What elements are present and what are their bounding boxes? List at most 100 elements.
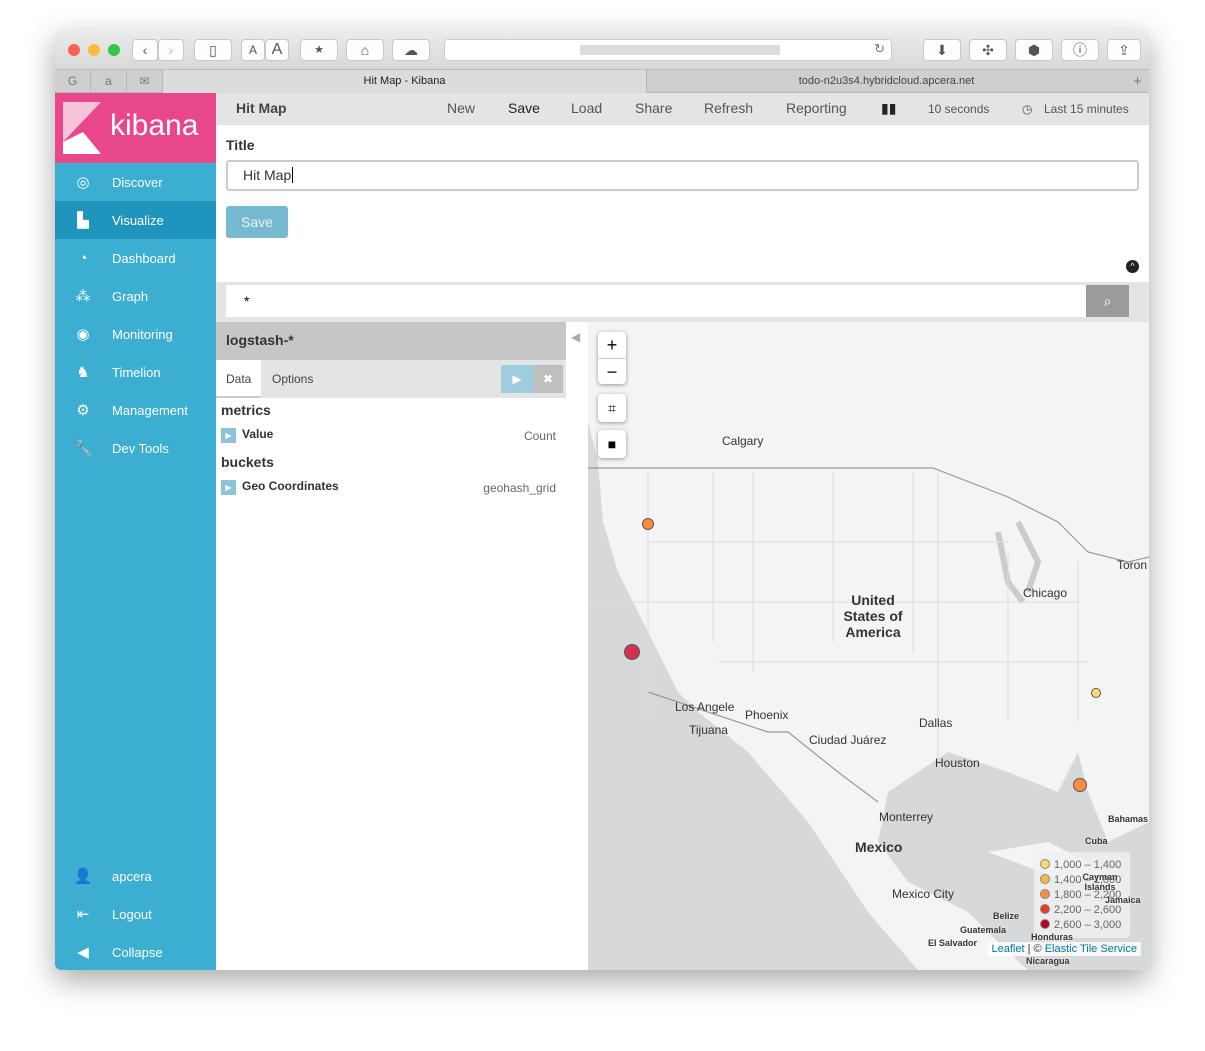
reload-icon[interactable]: ↻ <box>874 41 885 57</box>
label: Visualize <box>112 212 164 228</box>
bar-chart-icon: ▙ <box>77 212 89 229</box>
sidebar-item-monitoring[interactable]: ◉ Monitoring <box>55 315 216 353</box>
collapse-icon: ◀ <box>77 944 89 961</box>
favorite-amazon[interactable]: a <box>91 70 127 93</box>
sidebar-item-user[interactable]: 👤 apcera <box>55 857 216 895</box>
time-range-picker[interactable]: Last 15 minutes <box>1044 102 1129 116</box>
font-smaller-button[interactable]: A <box>241 39 265 61</box>
extension-icon[interactable]: ✣ <box>969 39 1007 61</box>
shield-icon[interactable]: ⬢ <box>1015 39 1053 61</box>
back-button[interactable]: ‹ <box>132 39 158 61</box>
favorite-mail[interactable]: ✉ <box>127 70 163 93</box>
download-icon[interactable]: ⬇ <box>923 39 961 61</box>
bucket-agg: geohash_grid <box>483 481 556 495</box>
tab-data[interactable]: Data <box>216 360 262 398</box>
editor-tabs: Data Options ▶ ✖ <box>216 360 566 398</box>
kibana-logo[interactable]: kibana <box>55 93 216 163</box>
load-button[interactable]: Load <box>571 100 602 116</box>
elastic-tile-service-link[interactable]: Elastic Tile Service <box>1045 943 1137 955</box>
expand-icon[interactable]: ▶ <box>221 480 236 495</box>
search-button[interactable]: ⌕ <box>1086 285 1129 317</box>
crop-icon[interactable]: ⌗ <box>598 394 626 422</box>
map-label: Monterrey <box>879 810 934 824</box>
maximize-window-button[interactable] <box>108 44 120 56</box>
refresh-interval[interactable]: 10 seconds <box>928 102 989 116</box>
attribution: Leaflet | © Elastic Tile Service <box>987 942 1141 956</box>
hit-marker[interactable] <box>642 518 654 530</box>
sidebar-item-dev-tools[interactable]: 🔧 Dev Tools <box>55 429 216 467</box>
refresh-button[interactable]: Refresh <box>704 100 753 116</box>
leaflet-link[interactable]: Leaflet <box>992 943 1025 955</box>
favorite-google[interactable]: G <box>55 70 91 93</box>
new-button[interactable]: New <box>447 100 475 116</box>
draw-rectangle-icon[interactable]: ■ <box>598 430 626 458</box>
new-tab-button[interactable]: + <box>1126 70 1149 93</box>
bucket-row[interactable]: ▶ Geo Coordinates geohash_grid <box>221 479 561 495</box>
metric-row[interactable]: ▶ Value Count <box>221 427 561 443</box>
close-window-button[interactable] <box>68 44 80 56</box>
zoom-out-button[interactable]: − <box>598 359 626 385</box>
query-bar: * ⌕ <box>216 282 1149 322</box>
sidebar-item-collapse[interactable]: ◀ Collapse <box>55 933 216 970</box>
sidebar-item-dashboard[interactable]: ◔ Dashboard <box>55 239 216 277</box>
legend-item: 2,600 – 3,000 <box>1040 918 1124 933</box>
cloud-icon[interactable]: ☁ <box>392 39 430 61</box>
browser-toolbar: ‹ › ▯ A A ★ ⌂ ☁ ↻ ⬇ ✣ ⬢ ⓘ ⇪ <box>55 30 1149 70</box>
legend-swatch <box>1040 919 1050 929</box>
sidebar-item-visualize[interactable]: ▙ Visualize <box>55 201 216 239</box>
blurred-url <box>580 45 780 55</box>
sidebar-item-graph[interactable]: ⁂ Graph <box>55 277 216 315</box>
share-button[interactable]: Share <box>635 100 672 116</box>
save-button[interactable]: Save <box>226 206 288 238</box>
sidebar-item-logout[interactable]: ⇤ Logout <box>55 895 216 933</box>
map-label: Jamaica <box>1105 895 1141 905</box>
map-label: Mexico City <box>892 887 955 901</box>
kibana-logo-icon <box>63 102 101 154</box>
map[interactable]: + − ⌗ ■ Calgary Chicago Toron United Stat… <box>588 322 1149 970</box>
dashboard-icon: ◔ <box>78 249 88 267</box>
sidebar-item-discover[interactable]: ◎ Discover <box>55 163 216 201</box>
sidebar-resizer[interactable]: ◀ <box>566 322 588 970</box>
collapse-chevron-icon[interactable]: ^ <box>1126 260 1139 273</box>
page-title: Hit Map <box>236 100 287 116</box>
tab-hit-map[interactable]: Hit Map - Kibana <box>163 70 646 93</box>
home-icon[interactable]: ⌂ <box>346 39 384 61</box>
query-input[interactable]: * <box>226 285 1086 317</box>
top-nav: Hit Map New Save Load Share Refresh Repo… <box>216 93 1149 125</box>
sidebar: kibana ◎ Discover ▙ Visualize ◔ Dashboard ⁂… <box>55 93 216 970</box>
save-menu-button[interactable]: Save <box>508 100 540 116</box>
eye-icon: ◉ <box>76 326 90 343</box>
tab-options[interactable]: Options <box>272 372 313 386</box>
title-input[interactable]: Hit Map <box>226 160 1139 191</box>
forward-button[interactable]: › <box>158 39 184 61</box>
hit-marker[interactable] <box>1091 688 1101 698</box>
sidebar-item-management[interactable]: ⚙ Management <box>55 391 216 429</box>
address-bar[interactable]: ↻ <box>444 39 892 61</box>
sidebar-item-timelion[interactable]: ♞ Timelion <box>55 353 216 391</box>
map-label: Guatemala <box>960 925 1007 935</box>
password-icon[interactable]: ⓘ <box>1061 39 1099 61</box>
sidebar-toggle-icon[interactable]: ▯ <box>194 39 232 61</box>
bucket-label: Geo Coordinates <box>242 479 339 493</box>
legend-label: 2,600 – 3,000 <box>1054 919 1122 931</box>
tab-bar: G a ✉ Hit Map - Kibana todo-n2u3s4.hybri… <box>55 70 1149 93</box>
pause-icon[interactable]: ▮▮ <box>881 100 896 117</box>
reporting-button[interactable]: Reporting <box>786 100 847 116</box>
tab-apcera[interactable]: todo-n2u3s4.hybridcloud.apcera.net <box>646 70 1126 93</box>
collapse-editor-icon[interactable]: ◀ <box>571 330 580 344</box>
font-larger-button[interactable]: A <box>265 39 289 61</box>
discard-button[interactable]: ✖ <box>533 365 563 393</box>
zoom-in-button[interactable]: + <box>598 332 626 359</box>
apply-play-button[interactable]: ▶ <box>501 365 533 393</box>
minimize-window-button[interactable] <box>88 44 100 56</box>
expand-icon[interactable]: ▶ <box>221 428 236 443</box>
hit-marker[interactable] <box>624 644 640 660</box>
hit-marker[interactable] <box>1073 778 1087 792</box>
map-label: Honduras <box>1031 932 1074 942</box>
map-label: Belize <box>993 911 1020 921</box>
share-icon[interactable]: ⇪ <box>1107 39 1141 61</box>
index-pattern: logstash-* <box>216 322 566 360</box>
label: Collapse <box>112 944 163 960</box>
map-label: El Salvador <box>928 938 978 948</box>
bookmark-icon[interactable]: ★ <box>300 39 338 61</box>
